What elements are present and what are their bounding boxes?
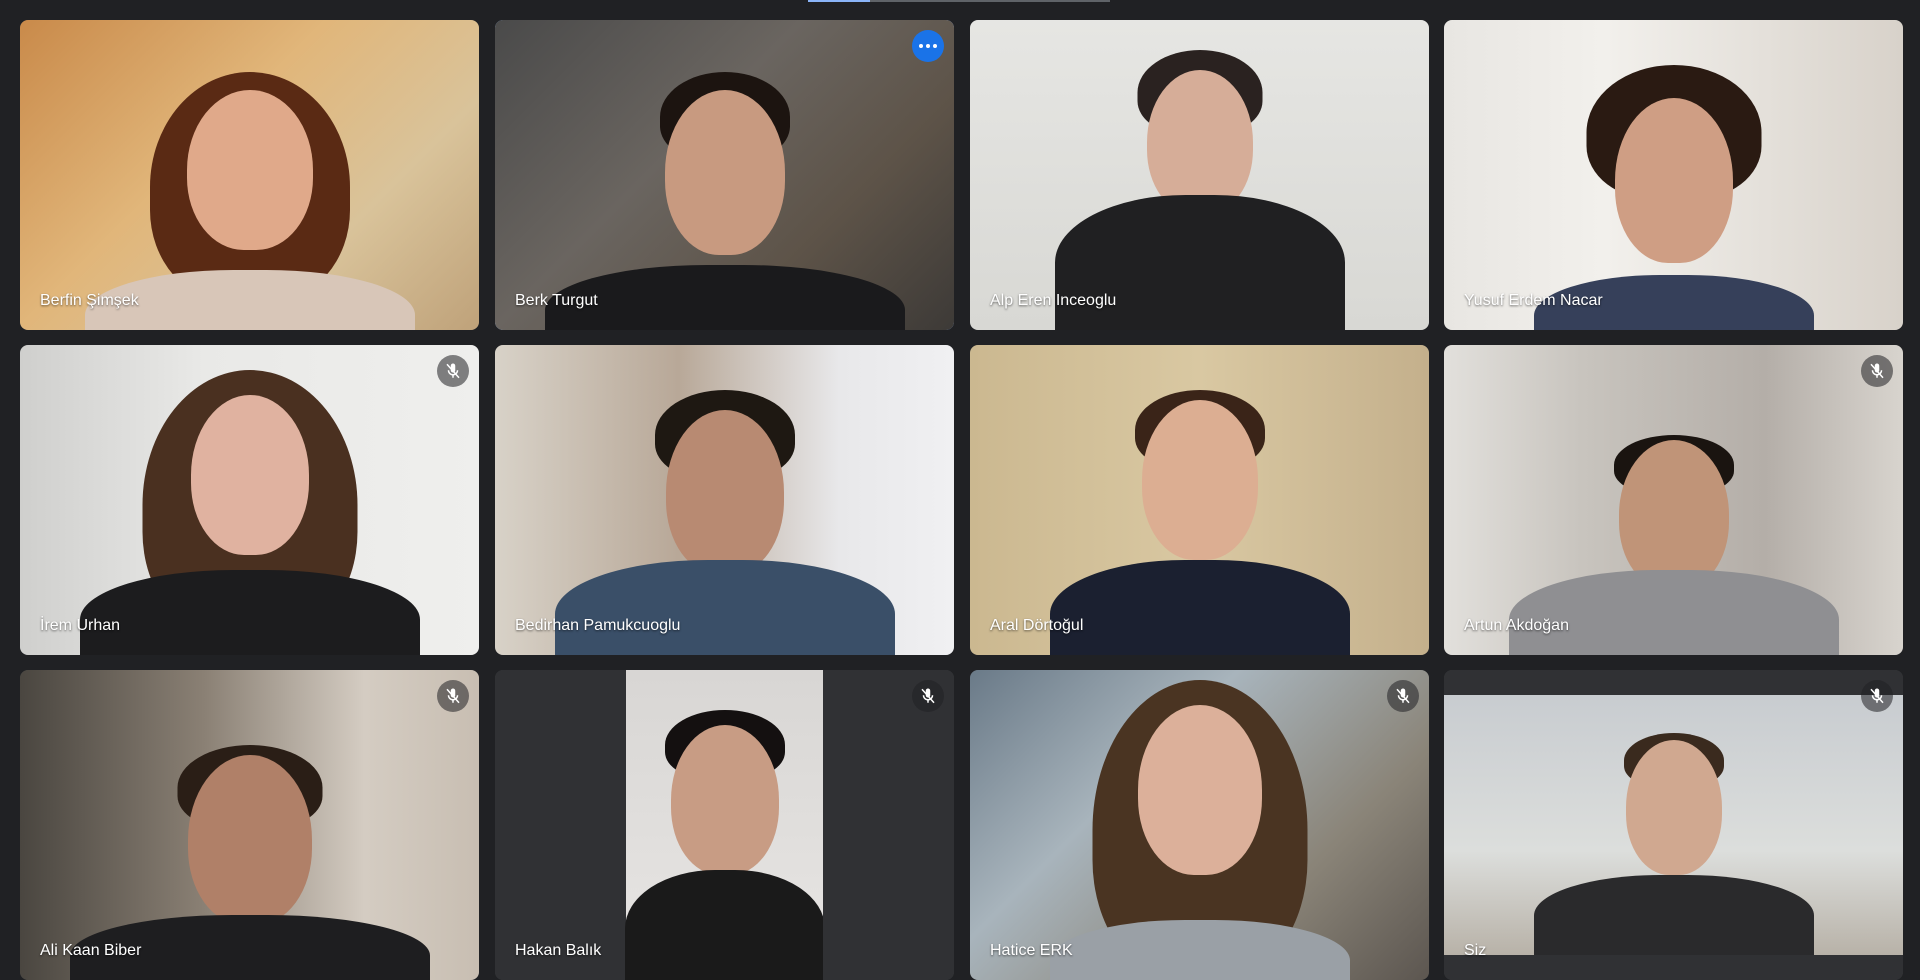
participant-name: İrem Urhan <box>40 617 121 634</box>
video-feed <box>1444 695 1903 965</box>
video-feed <box>970 670 1429 980</box>
top-progress-fill <box>808 0 870 2</box>
participant-name: Berfin Şimşek <box>40 292 139 309</box>
video-pillarbox <box>823 670 954 980</box>
participant-tile[interactable]: Siz <box>1444 670 1903 980</box>
video-feed <box>20 670 479 980</box>
participant-name: Alp Eren Inceoglu <box>990 292 1117 309</box>
video-feed <box>970 20 1429 330</box>
participant-tile[interactable]: Hatice ERK <box>970 670 1429 980</box>
participant-name: Siz <box>1464 942 1487 959</box>
mic-off-icon <box>1861 355 1893 387</box>
participant-tile[interactable]: Berfin Şimşek <box>20 20 479 330</box>
video-feed <box>1444 345 1903 655</box>
participant-name: Bedirhan Pamukcuoglu <box>515 617 681 634</box>
participant-tile[interactable]: İrem Urhan <box>20 345 479 655</box>
participant-name: Artun Akdoğan <box>1464 617 1569 634</box>
more-options-icon[interactable] <box>912 30 944 62</box>
participant-tile[interactable]: Artun Akdoğan <box>1444 345 1903 655</box>
video-feed <box>495 345 954 655</box>
participant-name: Berk Turgut <box>515 292 598 309</box>
participant-tile[interactable]: Ali Kaan Biber <box>20 670 479 980</box>
participant-tile[interactable]: Yusuf Erdem Nacar <box>1444 20 1903 330</box>
video-feed <box>1444 20 1903 330</box>
participant-tile[interactable]: Berk Turgut <box>495 20 954 330</box>
participant-tile[interactable]: Alp Eren Inceoglu <box>970 20 1429 330</box>
participant-tile[interactable]: Hakan Balık <box>495 670 954 980</box>
video-feed <box>20 20 479 330</box>
mic-off-icon <box>1861 680 1893 712</box>
video-feed <box>495 20 954 330</box>
mic-off-icon <box>437 355 469 387</box>
video-pillarbox <box>495 670 626 980</box>
participant-name: Hakan Balık <box>515 942 602 959</box>
video-letterbox <box>1444 670 1903 695</box>
top-progress-bar <box>808 0 1110 2</box>
video-letterbox <box>1444 955 1903 980</box>
participant-name: Hatice ERK <box>990 942 1073 959</box>
video-feed <box>20 345 479 655</box>
participant-tile[interactable]: Aral Dörtoğul <box>970 345 1429 655</box>
mic-off-icon <box>437 680 469 712</box>
participant-name: Yusuf Erdem Nacar <box>1464 292 1603 309</box>
participant-name: Ali Kaan Biber <box>40 942 142 959</box>
participant-tile[interactable]: Bedirhan Pamukcuoglu <box>495 345 954 655</box>
mic-off-icon <box>1387 680 1419 712</box>
mic-off-icon <box>912 680 944 712</box>
participant-name: Aral Dörtoğul <box>990 617 1084 634</box>
video-feed <box>624 670 825 980</box>
video-feed <box>970 345 1429 655</box>
participant-grid: Berfin Şimşek Berk Turgut Alp Eren Inceo… <box>20 20 1903 980</box>
